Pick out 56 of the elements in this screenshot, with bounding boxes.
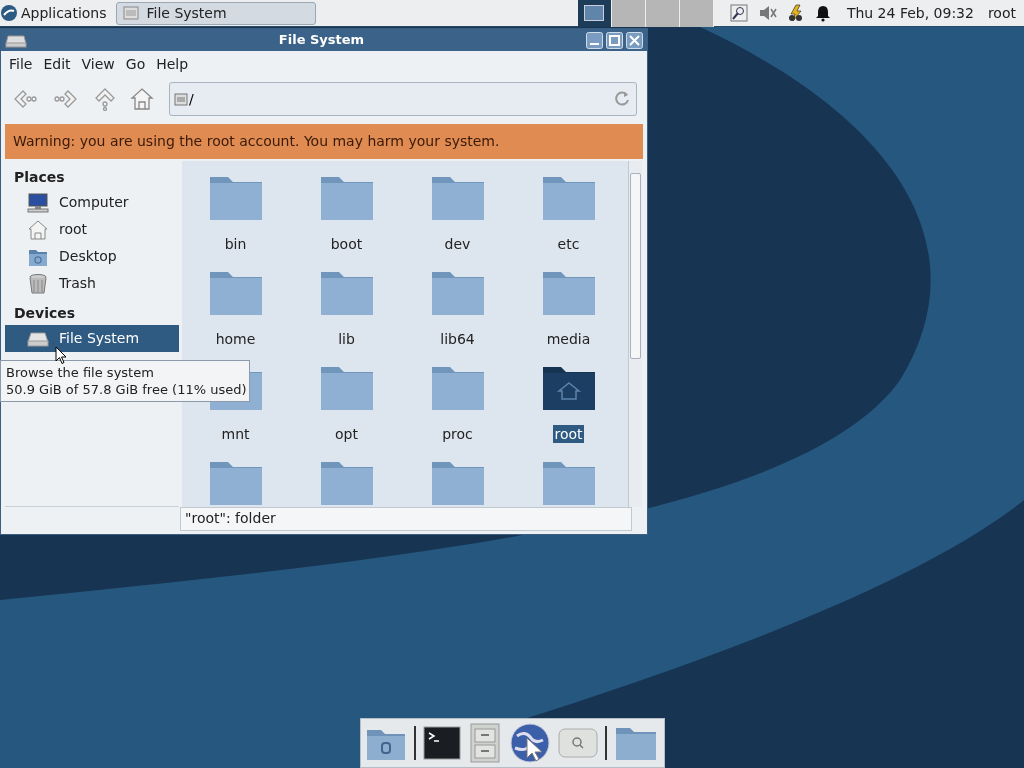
folder-label[interactable]: home <box>214 330 257 348</box>
warning-banner: Warning: you are using the root account. You may harm your system. <box>5 124 643 159</box>
tooltip-text: 50.9 GiB of 57.8 GiB free (11% used) <box>6 381 244 398</box>
workspace-button[interactable] <box>577 0 612 27</box>
location-field[interactable]: / <box>169 82 637 116</box>
volume-muted-icon[interactable] <box>757 4 777 22</box>
sidebar-item[interactable]: Computer <box>5 189 179 216</box>
folder-label[interactable]: bin <box>223 235 248 253</box>
reload-icon[interactable] <box>614 90 632 108</box>
taskbar-button[interactable]: File System <box>115 1 316 25</box>
applications-logo-icon[interactable] <box>0 4 18 22</box>
folder-label[interactable]: lib <box>337 330 356 348</box>
folder-label[interactable]: mnt <box>220 425 251 443</box>
drive-icon <box>5 32 27 48</box>
folder-label[interactable]: dev <box>443 235 472 253</box>
sidebar-item[interactable]: File System <box>5 325 179 352</box>
clock: Thu 24 Feb, 09:32 <box>846 3 974 23</box>
folder-label[interactable]: media <box>545 330 592 348</box>
drive-icon <box>174 91 188 107</box>
section-heading: Devices <box>13 303 77 323</box>
home-icon <box>27 218 49 241</box>
user-name[interactable]: root <box>987 2 1016 24</box>
trash-icon <box>27 272 49 295</box>
menu-item[interactable]: File <box>5 53 37 75</box>
mouse-pointer-icon <box>55 346 67 365</box>
computer-icon <box>27 191 49 214</box>
home-icon[interactable] <box>130 87 154 111</box>
section-heading: Places <box>13 167 66 187</box>
folder-label[interactable]: lib64 <box>439 330 476 348</box>
minimize-button[interactable] <box>586 31 603 49</box>
tooltip-text: Browse the file system <box>6 364 155 381</box>
menu-item[interactable]: Go <box>121 53 150 75</box>
sidebar-item[interactable]: root <box>5 216 179 243</box>
scrollbar[interactable] <box>628 161 642 507</box>
status-bar: "root": folder <box>180 506 632 531</box>
file-cabinet-icon[interactable] <box>468 723 502 763</box>
folder-label[interactable]: opt <box>334 425 359 443</box>
menu-item[interactable]: Edit <box>39 53 75 75</box>
window-title: File System <box>277 31 366 50</box>
search-icon[interactable] <box>729 4 748 22</box>
folder-label[interactable]: boot <box>329 235 364 253</box>
folder-label[interactable]: etc <box>556 235 581 253</box>
close-button[interactable] <box>626 31 643 49</box>
drive-icon <box>122 5 139 21</box>
notification-bell-icon[interactable] <box>814 4 831 22</box>
folder-label[interactable]: proc <box>441 425 474 443</box>
menu-item[interactable]: View <box>77 53 119 75</box>
terminal-icon[interactable] <box>423 726 461 760</box>
folder-label[interactable]: root <box>553 425 584 443</box>
globe-icon[interactable] <box>509 722 551 764</box>
sidebar-item[interactable]: Trash <box>5 270 179 297</box>
maximize-button[interactable] <box>606 31 623 49</box>
applications-menu[interactable]: Applications <box>20 2 108 24</box>
sidebar-item[interactable]: Desktop <box>5 243 179 270</box>
menu-item[interactable]: Help <box>152 53 193 75</box>
up-icon[interactable] <box>93 87 117 111</box>
